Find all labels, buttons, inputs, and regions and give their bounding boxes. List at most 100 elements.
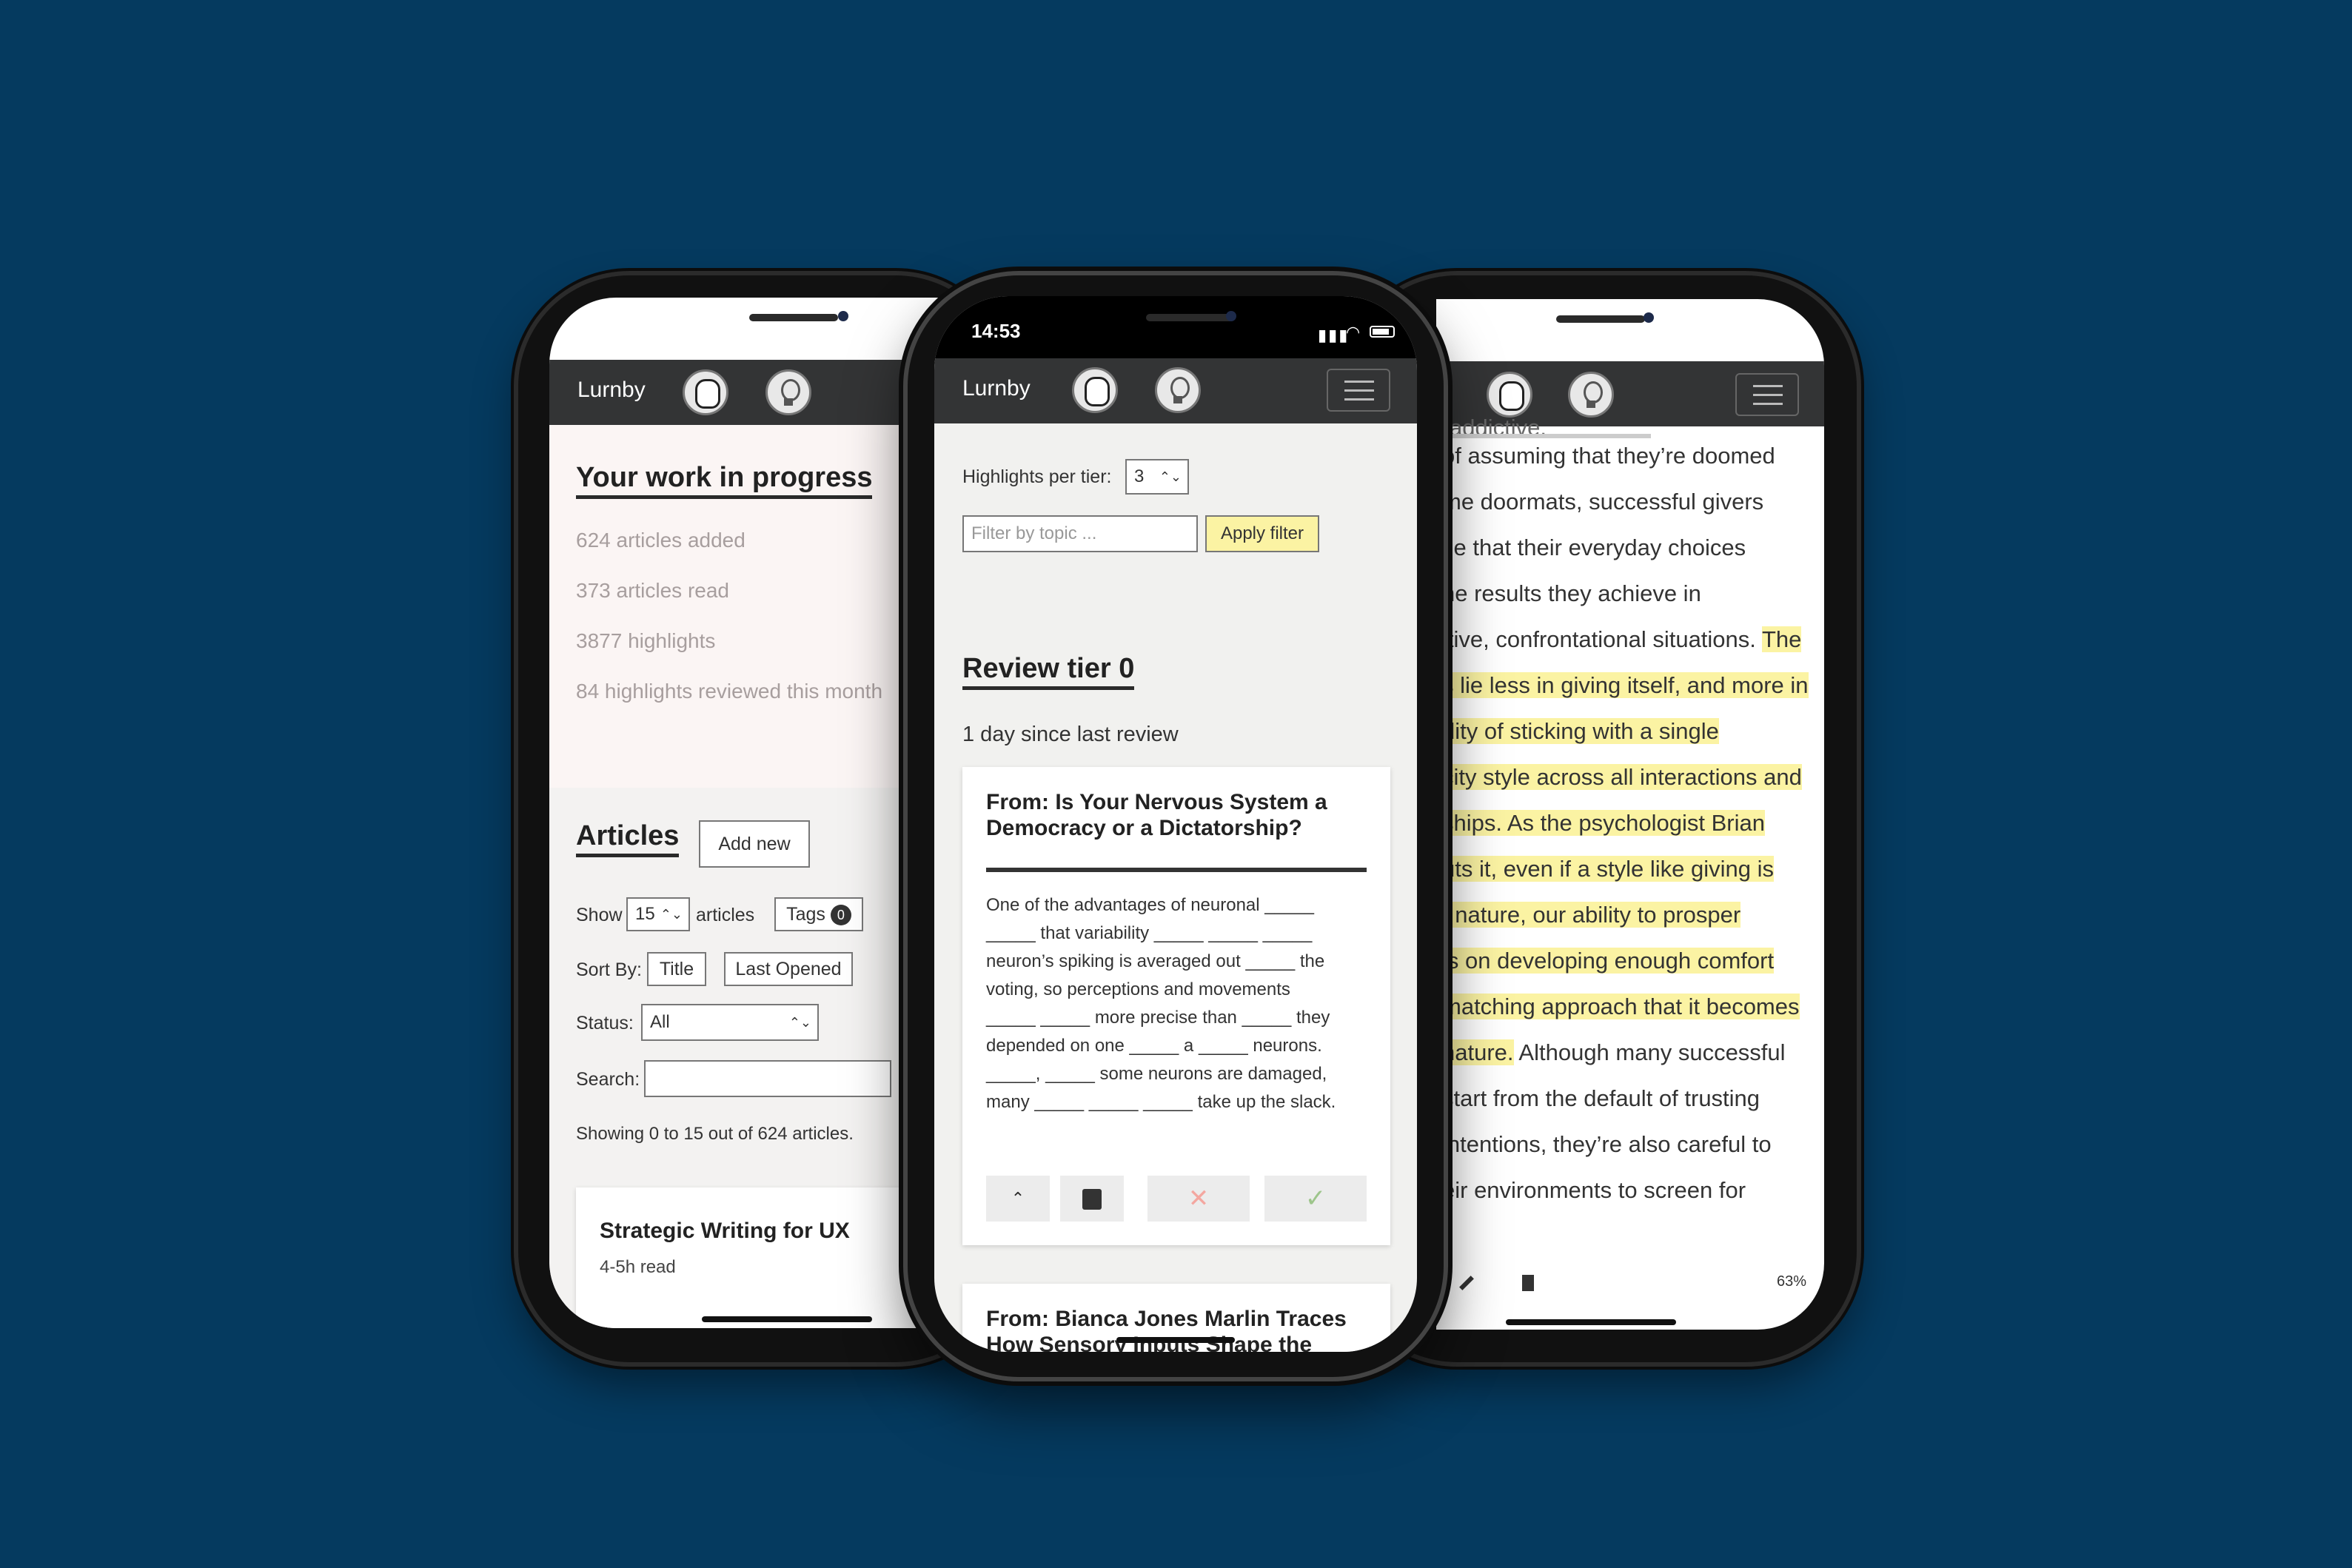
speaker-notch xyxy=(1556,315,1645,323)
battery-icon xyxy=(1370,326,1395,338)
review-card-title-line1: From: Is Your Nervous System a xyxy=(986,790,1327,814)
user-avatar-icon[interactable] xyxy=(683,369,728,415)
apply-filter-button[interactable]: Apply filter xyxy=(1205,515,1319,552)
menu-icon[interactable] xyxy=(1735,373,1799,416)
status-select[interactable]: All ⌃⌄ xyxy=(641,1004,819,1041)
reader-line: intentions, they’re also careful to xyxy=(1442,1131,1772,1158)
title-divider xyxy=(986,868,1367,872)
reader-line: city style across all interactions and xyxy=(1442,764,1802,791)
highlighted-text[interactable]: dity of sticking with a single xyxy=(1442,718,1719,744)
menu-icon[interactable] xyxy=(1327,369,1390,412)
line-text: ze that their everyday choices xyxy=(1442,535,1746,560)
status-label: Status: xyxy=(576,1013,634,1033)
search-label: Search: xyxy=(576,1069,640,1090)
reader-line: me doormats, successful givers xyxy=(1442,489,1763,515)
show-label: Show xyxy=(576,905,623,925)
sort-title-button[interactable]: Title xyxy=(647,952,706,986)
user-avatar-icon[interactable] xyxy=(1487,372,1532,418)
review-card: From: Is Your Nervous System a Democracy… xyxy=(962,767,1390,1245)
line-text: of assuming that they’re doomed xyxy=(1442,443,1775,469)
battery-icon xyxy=(1778,330,1803,342)
highlighted-text[interactable]: s lie less in giving itself, and more in xyxy=(1442,672,1809,698)
note-button[interactable] xyxy=(1060,1176,1124,1222)
reader-line: dity of sticking with a single xyxy=(1442,718,1719,745)
top-nav: Lurnby xyxy=(934,358,1417,423)
highlighted-text[interactable]: matching approach that it becomes xyxy=(1442,994,1800,1019)
cloze-line: _____, _____ some neurons are damaged, xyxy=(986,1064,1327,1084)
highlighted-text[interactable]: ls on developing enough comfort xyxy=(1442,948,1775,974)
cloze-line: _____ _____ more precise than _____ they xyxy=(986,1008,1330,1028)
reader-line: ls on developing enough comfort xyxy=(1442,948,1775,974)
lightbulb-icon[interactable] xyxy=(765,369,811,415)
tags-button[interactable]: Tags 0 xyxy=(774,897,863,931)
articles-word: articles xyxy=(696,905,755,925)
reader-line: uts it, even if a style like giving is xyxy=(1442,856,1774,882)
incorrect-button[interactable]: ✕ xyxy=(1147,1176,1250,1222)
highlighted-text[interactable]: nature. xyxy=(1442,1039,1514,1065)
article-title: Strategic Writing for UX xyxy=(600,1219,850,1243)
speaker-notch xyxy=(749,314,838,321)
front-camera xyxy=(1226,311,1236,321)
search-input[interactable] xyxy=(644,1060,891,1097)
article-read-time: 4-5h read xyxy=(600,1257,676,1277)
front-camera xyxy=(1644,312,1654,323)
review-card-2-title-line1: From: Bianca Jones Marlin Traces xyxy=(986,1307,1347,1331)
line-text: he results they achieve in xyxy=(1442,580,1701,606)
brand-logo[interactable]: Lurnby xyxy=(577,378,646,403)
status-time: 14:52 xyxy=(585,321,634,344)
review-card-2-title: From: Bianca Jones Marlin Traces How Sen… xyxy=(986,1306,1347,1352)
highlights-per-tier-select[interactable]: 3 ⌃⌄ xyxy=(1125,459,1189,495)
line-text: intentions, they’re also careful to xyxy=(1442,1131,1772,1157)
reader-line: t nature, our ability to prosper xyxy=(1442,902,1741,928)
signal-icon: ▮▮▮ xyxy=(1318,326,1350,344)
reader-line: s lie less in giving itself, and more in xyxy=(1442,672,1809,699)
cloze-line: depended on one _____ a _____ neurons. xyxy=(986,1036,1322,1056)
brand-logo[interactable]: Lurnby xyxy=(962,376,1031,401)
topic-filter-placeholder: Filter by topic ... xyxy=(971,523,1097,543)
highlighted-text: The xyxy=(1761,626,1802,652)
sort-by-label: Sort By: xyxy=(576,959,642,980)
highlighted-text[interactable]: city style across all interactions and xyxy=(1442,764,1802,790)
highlighted-text[interactable]: t nature, our ability to prosper xyxy=(1442,902,1741,928)
wifi-icon: ◠ xyxy=(1753,327,1769,346)
review-card-title-line2: Democracy or a Dictatorship? xyxy=(986,816,1302,840)
reader-line: ze that their everyday choices xyxy=(1442,535,1746,561)
status-time: 14:53 xyxy=(971,320,1021,342)
line-text: itive, confrontational situations. xyxy=(1442,626,1762,652)
reader-line: start from the default of trusting xyxy=(1442,1085,1760,1112)
expand-toggle-button[interactable]: ⌃ xyxy=(986,1176,1050,1222)
lightbulb-icon[interactable] xyxy=(1568,372,1614,418)
since-last-review: 1 day since last review xyxy=(962,723,1179,746)
bookmark-icon[interactable] xyxy=(1522,1275,1534,1291)
signal-icon: ▮▮▮ xyxy=(1725,330,1757,349)
speaker-notch xyxy=(1146,314,1235,321)
highlights-per-tier-label: Highlights per tier: xyxy=(962,466,1112,487)
pen-icon[interactable] xyxy=(1459,1276,1474,1290)
review-tier-title: Review tier 0 xyxy=(962,653,1135,690)
reader-line: ships. As the psychologist Brian xyxy=(1442,810,1765,837)
sort-last-opened-button[interactable]: Last Opened xyxy=(724,952,853,986)
highlighted-text[interactable]: ships. As the psychologist Brian xyxy=(1442,810,1765,836)
add-new-button[interactable]: Add new xyxy=(699,820,810,868)
tags-label: Tags xyxy=(786,904,825,925)
line-text: eir environments to screen for xyxy=(1442,1177,1746,1203)
showing-count: Showing 0 to 15 out of 624 articles. xyxy=(576,1124,854,1144)
line-text: Although many successful xyxy=(1513,1039,1786,1065)
right-phone-screen: ▮▮▮ ◠ y addictive. of assuming that they… xyxy=(1436,299,1824,1330)
fragment-underline xyxy=(1436,434,1651,438)
middle-phone-screen: 14:53 ▮▮▮ ◠ Lurnby Highlights per tier: … xyxy=(934,296,1417,1352)
highlighted-text[interactable]: uts it, even if a style like giving is xyxy=(1442,856,1774,882)
user-avatar-icon[interactable] xyxy=(1072,367,1118,413)
correct-button[interactable]: ✓ xyxy=(1264,1176,1367,1222)
show-count-value: 15 xyxy=(635,904,655,924)
topic-filter-input[interactable]: Filter by topic ... xyxy=(962,515,1198,552)
reader-line: matching approach that it becomes xyxy=(1442,994,1800,1020)
lightbulb-icon[interactable] xyxy=(1155,367,1201,413)
line-text: start from the default of trusting xyxy=(1442,1085,1760,1111)
cloze-line: voting, so perceptions and movements xyxy=(986,979,1290,999)
wifi-icon: ◠ xyxy=(1346,323,1362,341)
show-count-select[interactable]: 15 ⌃⌄ xyxy=(626,897,690,931)
review-card-title: From: Is Your Nervous System a Democracy… xyxy=(986,789,1327,841)
stat-highlights: 3877 highlights xyxy=(576,629,716,652)
reading-progress: 63% xyxy=(1777,1273,1807,1290)
